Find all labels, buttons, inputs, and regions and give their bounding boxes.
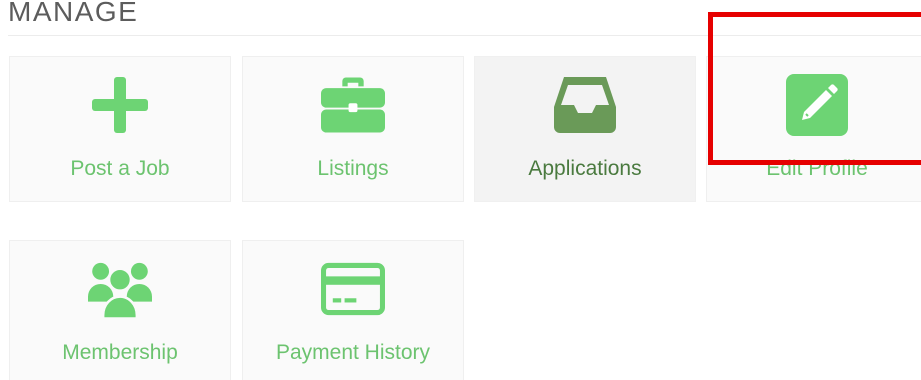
briefcase-icon <box>321 73 385 137</box>
inbox-tray-icon <box>553 73 617 137</box>
tile-label: Payment History <box>275 341 431 364</box>
users-group-icon <box>88 257 152 321</box>
tile-label: Post a Job <box>70 157 170 180</box>
tile-label: Edit Profile <box>766 157 868 180</box>
tile-edit-profile[interactable]: Edit Profile <box>706 56 921 202</box>
section-title: MANAGE <box>8 0 139 27</box>
credit-card-icon <box>321 257 385 321</box>
tile-payment-history[interactable]: Payment History <box>242 240 464 380</box>
tile-label: Membership <box>62 341 178 364</box>
tile-label: Applications <box>528 157 642 180</box>
tile-applications[interactable]: Applications <box>474 56 696 202</box>
tile-listings[interactable]: Listings <box>242 56 464 202</box>
tile-label: Listings <box>317 157 389 180</box>
section-divider <box>8 35 921 36</box>
tile-post-a-job[interactable]: Post a Job <box>9 56 231 202</box>
pencil-square-icon <box>785 73 849 137</box>
plus-icon <box>88 73 152 137</box>
manage-dashboard: MANAGE Post a Job Listings Applications … <box>0 0 921 380</box>
tile-membership[interactable]: Membership <box>9 240 231 380</box>
